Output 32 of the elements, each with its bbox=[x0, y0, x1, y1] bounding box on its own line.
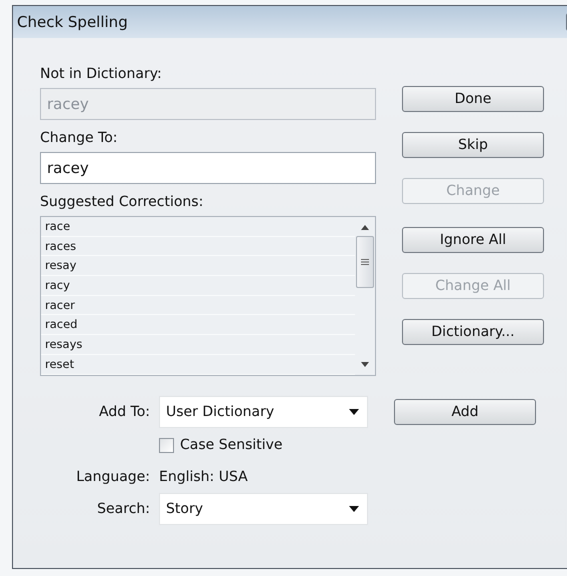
add-to-dropdown[interactable]: User Dictionary bbox=[159, 396, 368, 428]
suggestion-item[interactable]: resays bbox=[41, 335, 355, 355]
change-to-field[interactable]: racey bbox=[40, 152, 376, 184]
field-label: Suggested Corrections: bbox=[40, 194, 204, 210]
field-label: Not in Dictionary: bbox=[40, 66, 163, 82]
scroll-down-icon[interactable] bbox=[360, 361, 370, 369]
suggestion-item[interactable]: reset bbox=[41, 354, 355, 374]
language-value: English: USA bbox=[159, 469, 249, 485]
suggestion-item[interactable]: racy bbox=[41, 276, 355, 296]
scroll-up-icon[interactable] bbox=[360, 223, 370, 231]
field-label: Change To: bbox=[40, 130, 119, 146]
grip-icon[interactable] bbox=[361, 258, 369, 266]
dialog-button[interactable]: Ignore All bbox=[402, 227, 544, 253]
add-button[interactable]: Add bbox=[394, 399, 536, 425]
field-label: Search: bbox=[97, 501, 151, 517]
caret-icon bbox=[349, 506, 359, 512]
dialog-button[interactable]: Dictionary... bbox=[402, 319, 544, 345]
suggestion-item[interactable]: raced bbox=[41, 315, 355, 336]
window-title: Check Spelling bbox=[17, 13, 128, 31]
case-sensitive-checkbox[interactable] bbox=[159, 438, 174, 452]
dialog-button[interactable]: Done bbox=[402, 86, 544, 112]
suggestion-item[interactable]: race bbox=[41, 217, 355, 237]
field-label: Add To: bbox=[98, 404, 151, 420]
field-label: Language: bbox=[76, 469, 151, 485]
dialog-button[interactable]: Skip bbox=[402, 132, 544, 158]
suggestion-item[interactable]: resay bbox=[41, 256, 355, 276]
suggestion-item[interactable]: races bbox=[41, 236, 355, 256]
search-dropdown[interactable]: Story bbox=[159, 493, 368, 525]
caret-icon bbox=[349, 409, 359, 415]
checkbox-label: Case Sensitive bbox=[180, 437, 283, 453]
scroll-thumb[interactable] bbox=[356, 236, 374, 288]
suggestion-item[interactable]: racer bbox=[41, 296, 355, 316]
